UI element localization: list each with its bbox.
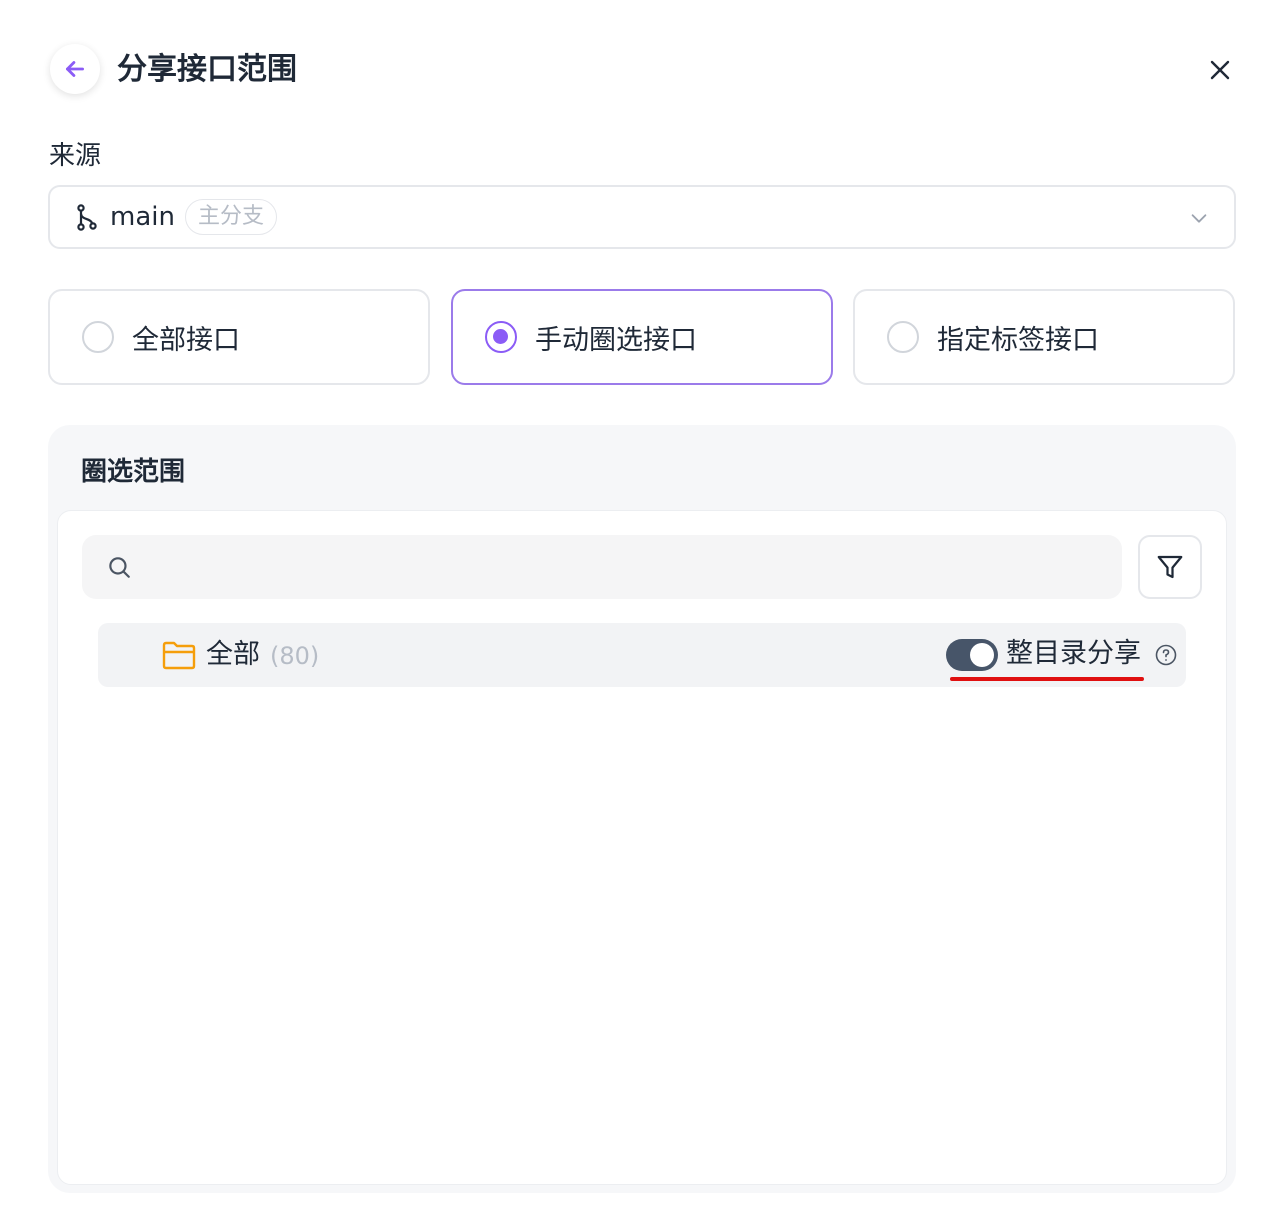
share-directory-label: 整目录分享 (1006, 638, 1141, 669)
folder-name: 全部 (206, 639, 260, 670)
filter-icon (1157, 555, 1183, 579)
help-circle-icon[interactable] (1154, 643, 1178, 667)
close-button[interactable] (1200, 50, 1240, 90)
mode-label-tag: 指定标签接口 (937, 324, 1099, 356)
toggle-knob (970, 643, 994, 667)
arrow-left-icon (66, 61, 84, 77)
radio-tag[interactable] (887, 321, 919, 353)
close-icon (1210, 60, 1230, 80)
chevron-down-icon (1191, 214, 1207, 223)
search-box[interactable] (82, 535, 1122, 599)
filter-button[interactable] (1138, 535, 1202, 599)
search-icon (109, 557, 130, 578)
branch-name: main (110, 202, 175, 232)
folder-count: (80) (270, 642, 320, 670)
radio-all[interactable] (82, 321, 114, 353)
share-directory-toggle[interactable] (946, 639, 998, 671)
branch-tag: 主分支 (184, 199, 277, 235)
folder-icon (162, 641, 196, 670)
mode-option-tag[interactable]: 指定标签接口 (853, 289, 1235, 385)
git-branch-icon (77, 204, 97, 231)
scope-title: 圈选范围 (81, 457, 186, 487)
search-input[interactable] (146, 553, 1106, 581)
annotation-underline (950, 677, 1144, 681)
branch-select[interactable]: main 主分支 (48, 185, 1236, 249)
panel-title: 分享接口范围 (117, 52, 297, 87)
mode-label-manual: 手动圈选接口 (535, 324, 697, 356)
radio-manual[interactable] (485, 321, 517, 353)
mode-option-all[interactable]: 全部接口 (48, 289, 430, 385)
mode-option-manual[interactable]: 手动圈选接口 (451, 289, 833, 385)
back-button[interactable] (50, 44, 100, 94)
mode-label-all: 全部接口 (132, 324, 240, 356)
share-scope-panel: 分享接口范围 来源 main 主分支 全部接口 手动圈选接口 指定标签接口 圈选… (0, 0, 1284, 1216)
scope-tree-container (57, 510, 1227, 1185)
source-label: 来源 (49, 141, 102, 171)
